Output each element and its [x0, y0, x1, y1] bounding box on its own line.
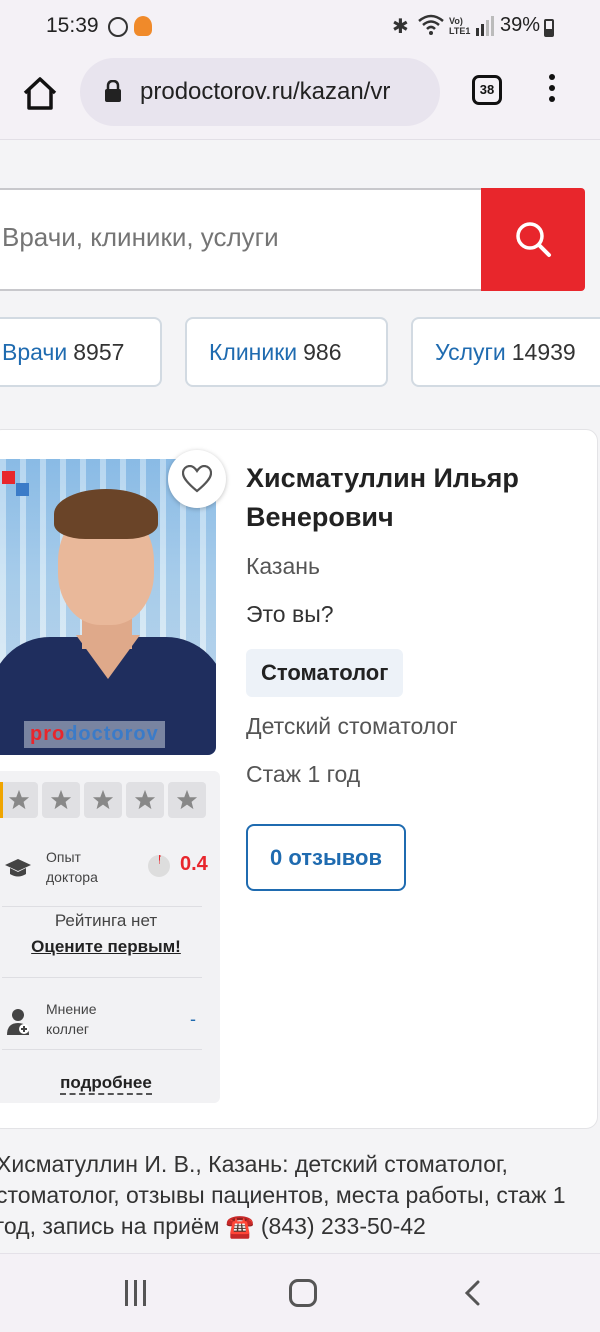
photo-watermark: prodoctorov [24, 721, 165, 748]
peer-opinion-row: Мнение коллег - [0, 993, 212, 1043]
recent-apps-icon[interactable] [123, 1280, 149, 1306]
home-icon[interactable] [22, 76, 58, 110]
battery-icon [544, 19, 554, 37]
reviews-button[interactable]: 0 отзывов [246, 824, 406, 891]
doctor-name[interactable]: Хисматуллин Ильяр Венерович [246, 459, 576, 537]
doctor-plus-icon [7, 1009, 29, 1035]
more-details-link[interactable]: подробнее [0, 1073, 212, 1095]
home-button-icon[interactable] [289, 1279, 317, 1307]
graduation-cap-icon [5, 859, 31, 877]
url-text[interactable]: prodoctorov.ru/kazan/vr [140, 78, 430, 106]
star-icon[interactable] [126, 782, 164, 818]
whatsapp-icon [108, 17, 128, 37]
app-notification-icon [134, 16, 152, 36]
peer-opinion-label: Мнение коллег [46, 1001, 97, 1037]
menu-icon[interactable] [545, 74, 559, 108]
status-bar: 15:39 ✱ Vo) LTE1 39% [0, 0, 600, 56]
experience-text: Стаж 1 год [246, 761, 361, 787]
experience-pie-icon [148, 855, 170, 877]
subspecialty-text: Детский стоматолог [246, 713, 458, 739]
divider [2, 977, 202, 978]
divider [2, 906, 202, 907]
claim-profile-link[interactable]: Это вы? [246, 601, 334, 628]
prodoctorov-logo-icon [2, 471, 29, 496]
doctor-description: Хисматуллин И. В., Казань: детский стома… [0, 1151, 566, 1239]
doctor-card-content: prodoctorov Опыт доктора 0.4 Рейтинга не… [0, 141, 600, 1253]
system-nav-bar [0, 1253, 600, 1332]
wifi-icon [418, 14, 444, 35]
tabs-icon[interactable]: 38 [472, 75, 502, 105]
volte-indicator: Vo) LTE1 [449, 16, 471, 36]
star-icon[interactable] [0, 782, 38, 818]
battery-percent: 39% [500, 14, 541, 36]
peer-opinion-value: - [190, 1009, 196, 1029]
experience-value: 0.4 [180, 853, 208, 875]
star-icon[interactable] [84, 782, 122, 818]
experience-label: Опыт доктора [46, 849, 98, 885]
bluetooth-icon: ✱ [392, 16, 409, 38]
doctor-city: Казань [246, 553, 320, 579]
doctor-experience-row: Опыт доктора 0.4 [0, 843, 212, 895]
heart-icon [182, 465, 212, 493]
back-icon[interactable] [463, 1280, 481, 1306]
star-icon[interactable] [168, 782, 206, 818]
status-time: 15:39 [46, 14, 99, 37]
address-bar[interactable]: prodoctorov.ru/kazan/vr [80, 58, 440, 126]
star-icon[interactable] [42, 782, 80, 818]
signal-icon [476, 16, 494, 36]
no-rating-text: Рейтинга нет [54, 911, 158, 930]
lock-icon [105, 80, 121, 102]
star-accent [0, 782, 3, 818]
rate-first-link[interactable]: Оцените первым! [0, 937, 212, 957]
rating-panel: Опыт доктора 0.4 Рейтинга нет Оцените пе… [0, 771, 220, 1103]
divider [2, 1049, 202, 1050]
browser-toolbar: prodoctorov.ru/kazan/vr 38 [0, 56, 600, 140]
favorite-button[interactable] [168, 450, 226, 508]
specialty-badge[interactable]: Стоматолог [246, 649, 404, 697]
